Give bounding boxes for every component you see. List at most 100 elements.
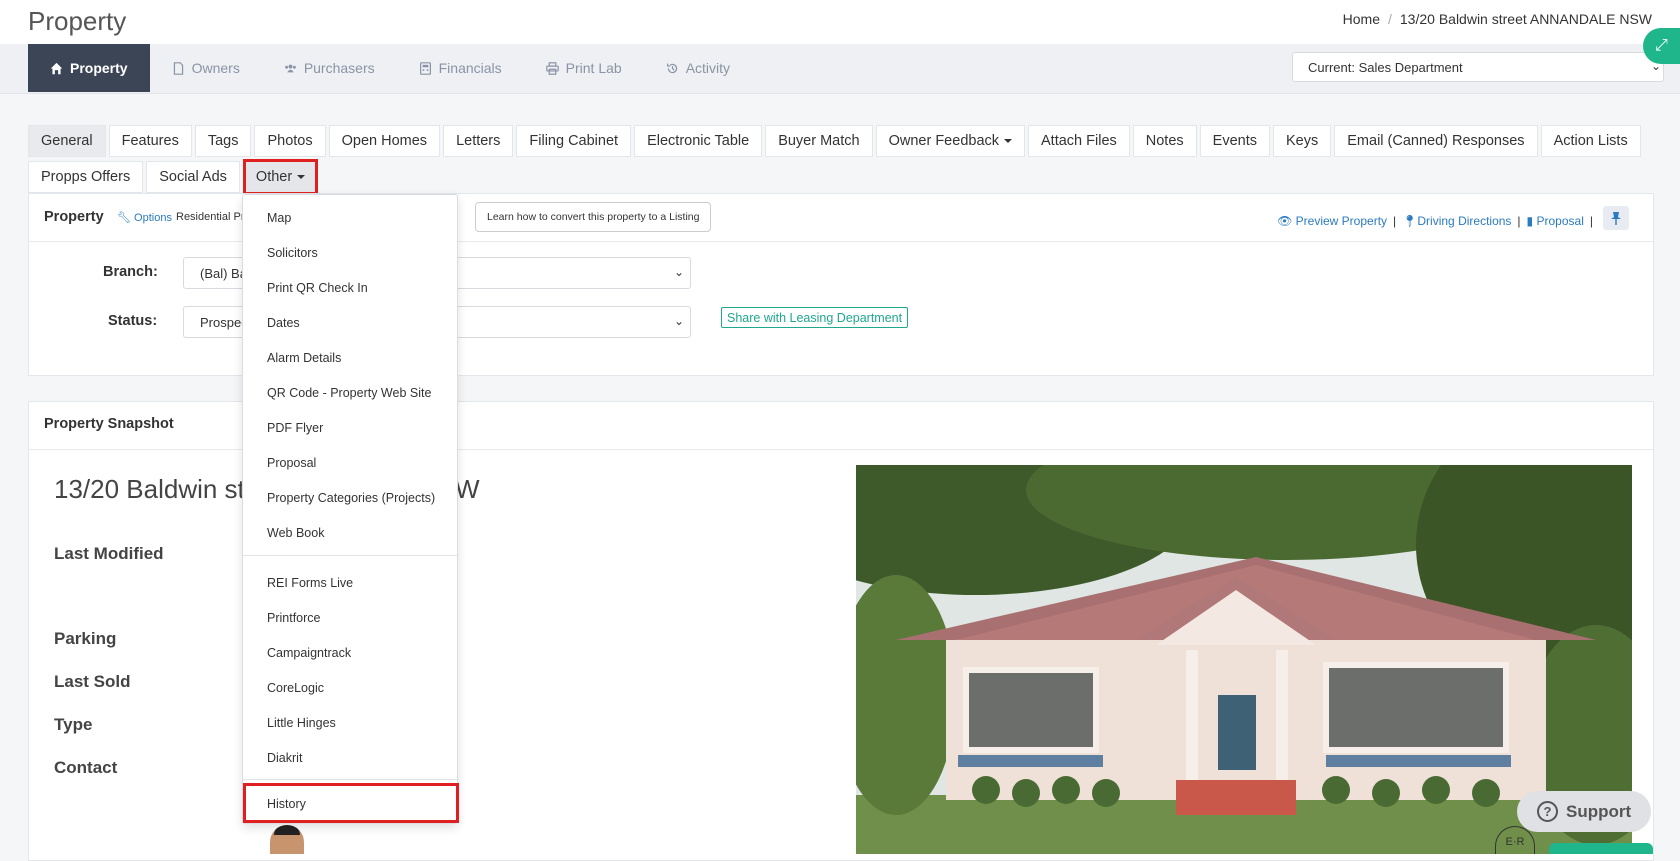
tab-events[interactable]: Events: [1199, 125, 1270, 157]
tab-notes[interactable]: Notes: [1132, 125, 1197, 157]
tab-photos[interactable]: Photos: [254, 125, 326, 157]
tab-general[interactable]: General: [28, 125, 106, 157]
chevron-down-icon: ⌄: [673, 265, 684, 279]
tab-email-canned-responses[interactable]: Email (Canned) Responses: [1334, 125, 1538, 157]
proposal-label: Proposal: [1536, 214, 1584, 228]
menu-item-history-label: History: [267, 797, 306, 811]
menu-item-campaigntrack[interactable]: Campaigntrack: [267, 646, 351, 660]
preview-property-link[interactable]: 👁︎ Preview Property: [1277, 214, 1387, 228]
menu-item-print-qr-check-in[interactable]: Print QR Check In: [267, 281, 368, 295]
menu-item-diakrit[interactable]: Diakrit: [267, 751, 302, 765]
document-icon: [173, 61, 183, 75]
menu-item-solicitors[interactable]: Solicitors: [267, 246, 318, 260]
support-button[interactable]: ? Support: [1517, 791, 1651, 832]
menu-item-dates[interactable]: Dates: [267, 316, 300, 330]
menu-item-rei-forms-live[interactable]: REI Forms Live: [267, 576, 353, 590]
menu-item-proposal[interactable]: Proposal: [267, 456, 316, 470]
nav-tab-owners[interactable]: Owners: [150, 44, 262, 92]
calculator-icon: [419, 61, 431, 75]
tab-letters[interactable]: Letters: [443, 125, 514, 157]
nav-tab-print-lab[interactable]: Print Lab: [524, 44, 644, 92]
expand-button[interactable]: ⤢: [1643, 28, 1680, 64]
nav-tab-label: Print Lab: [565, 60, 622, 76]
breadcrumb-home[interactable]: Home: [1343, 11, 1380, 27]
menu-divider: [243, 779, 459, 780]
support-label: Support: [1566, 801, 1632, 821]
tab-features[interactable]: Features: [108, 125, 192, 157]
sub-tabs-row-2: Propps Offers Social Ads Other: [28, 159, 1654, 195]
chat-tab[interactable]: [1549, 843, 1653, 854]
driving-directions-link[interactable]: 📍︎Driving Directions: [1402, 214, 1511, 228]
sub-tabs: General Features Tags Photos Open Homes …: [28, 125, 1654, 199]
preview-property-label: Preview Property: [1295, 214, 1388, 228]
nav-tab-purchasers[interactable]: Purchasers: [262, 44, 397, 92]
other-dropdown-menu: Map Solicitors Print QR Check In Dates A…: [242, 194, 459, 824]
tab-other[interactable]: Other: [242, 159, 319, 195]
page-title: Property: [28, 6, 127, 36]
label-contact: Contact: [54, 758, 118, 777]
wrench-icon: 🔧︎: [117, 212, 131, 224]
share-with-leasing-button[interactable]: Share with Leasing Department: [721, 307, 909, 328]
tab-other-label: Other: [255, 169, 293, 185]
menu-item-property-categories[interactable]: Property Categories (Projects): [267, 491, 435, 505]
proposal-link[interactable]: ▮ Proposal: [1527, 214, 1584, 228]
breadcrumb: Home / 13/20 Baldwin street ANNANDALE NS…: [1343, 11, 1652, 27]
nav-tab-label: Activity: [685, 60, 731, 76]
tab-owner-feedback[interactable]: Owner Feedback: [875, 125, 1026, 157]
top-bar: Property Home / 13/20 Baldwin street ANN…: [0, 0, 1680, 44]
separator: |: [1393, 214, 1397, 228]
menu-item-web-book[interactable]: Web Book: [267, 526, 324, 540]
home-icon: [50, 62, 63, 74]
menu-divider: [243, 555, 459, 556]
tab-keys[interactable]: Keys: [1273, 125, 1332, 157]
nav-tab-property[interactable]: Property: [28, 44, 150, 92]
breadcrumb-current: 13/20 Baldwin street ANNANDALE NSW: [1399, 11, 1652, 27]
menu-item-alarm-details[interactable]: Alarm Details: [267, 351, 341, 365]
label-last-sold: Last Sold: [54, 672, 131, 691]
separator: |: [1589, 214, 1593, 228]
tab-action-lists[interactable]: Action Lists: [1540, 125, 1641, 157]
menu-item-pdf-flyer[interactable]: PDF Flyer: [267, 421, 323, 435]
branch-label: Branch:: [103, 264, 158, 280]
learn-convert-button[interactable]: Learn how to convert this property to a …: [475, 202, 712, 232]
chevron-down-icon: ⌄: [673, 314, 684, 328]
options-label: Options: [134, 212, 172, 224]
property-photo: [856, 465, 1632, 854]
history-icon: [666, 63, 677, 73]
tab-open-homes[interactable]: Open Homes: [328, 125, 441, 157]
label-last-modified: Last Modified: [54, 544, 164, 563]
property-panel-title: Property: [44, 209, 104, 225]
tab-social-ads[interactable]: Social Ads: [146, 161, 240, 193]
pin-button[interactable]: [1603, 206, 1629, 230]
nav-tab-activity[interactable]: Activity: [644, 44, 752, 92]
nav-tab-label: Financials: [438, 60, 502, 76]
tab-filing-cabinet[interactable]: Filing Cabinet: [516, 125, 632, 157]
question-icon: ?: [1537, 801, 1558, 822]
tab-buyer-match[interactable]: Buyer Match: [765, 125, 873, 157]
menu-item-map[interactable]: Map: [267, 211, 291, 225]
menu-item-corelogic[interactable]: CoreLogic: [267, 681, 324, 695]
sub-tabs-row-1: General Features Tags Photos Open Homes …: [28, 125, 1654, 157]
map-marker-icon: 📍︎: [1402, 214, 1418, 228]
tab-tags[interactable]: Tags: [194, 125, 252, 157]
tab-owner-feedback-label: Owner Feedback: [888, 133, 1000, 149]
menu-item-history[interactable]: History: [243, 783, 459, 823]
tab-propps-offers[interactable]: Propps Offers: [28, 161, 144, 193]
tab-electronic-table[interactable]: Electronic Table: [634, 125, 763, 157]
property-type-text: Residential Pr: [176, 211, 245, 223]
expand-arrows-icon: ⤢: [1655, 37, 1668, 54]
menu-item-little-hinges[interactable]: Little Hinges: [267, 716, 336, 730]
menu-item-printforce[interactable]: Printforce: [267, 611, 321, 625]
file-icon: ▮: [1526, 214, 1534, 228]
tab-attach-files[interactable]: Attach Files: [1028, 125, 1130, 157]
department-value: Current: Sales Department: [1308, 60, 1463, 75]
label-type: Type: [54, 715, 93, 734]
contact-avatar[interactable]: [270, 825, 304, 854]
label-parking: Parking: [54, 629, 117, 648]
options-link[interactable]: 🔧︎ Options: [117, 211, 172, 224]
menu-item-qr-code-property-web-site[interactable]: QR Code - Property Web Site: [267, 386, 431, 400]
breadcrumb-separator: /: [1388, 11, 1392, 27]
department-select[interactable]: Current: Sales Department ⌄: [1292, 52, 1664, 82]
nav-tab-financials[interactable]: Financials: [397, 44, 524, 92]
driving-directions-label: Driving Directions: [1417, 214, 1512, 228]
